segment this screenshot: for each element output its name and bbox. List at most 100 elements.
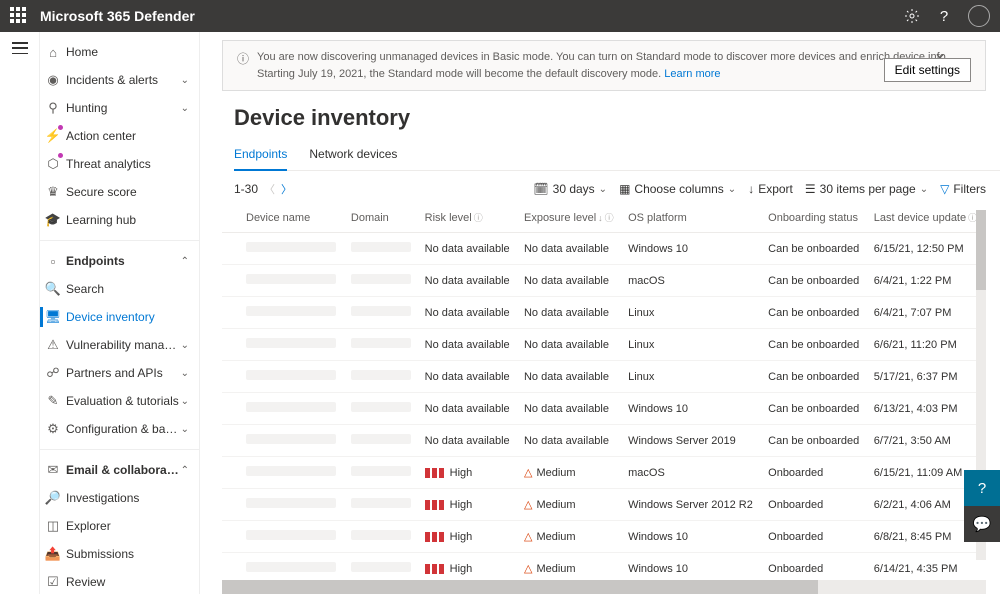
table-row[interactable]: High△MediumWindows 10Onboarded6/14/21, 4… [222, 553, 986, 581]
badge-dot [58, 125, 63, 130]
learn-more-link[interactable]: Learn more [664, 68, 720, 80]
choose-columns-button[interactable]: ▦ Choose columns ⌄ [619, 182, 736, 196]
tab-endpoints[interactable]: Endpoints [234, 141, 287, 171]
redacted-text [246, 242, 336, 252]
cell-exposure: No data available [518, 329, 622, 361]
redacted-text [246, 530, 336, 540]
cell-domain [345, 329, 419, 361]
filter-icon: ▽ [940, 182, 949, 196]
sidebar-header-email[interactable]: ✉ Email & collaboration ⌃ [40, 456, 199, 484]
items-per-page-picker[interactable]: ☰ 30 items per page ⌄ [805, 182, 928, 196]
export-button[interactable]: ↓ Export [748, 182, 793, 196]
edit-settings-button[interactable]: Edit settings [884, 58, 971, 82]
table-row[interactable]: No data availableNo data availableLinuxC… [222, 361, 986, 393]
table-row[interactable]: No data availableNo data availableWindow… [222, 425, 986, 457]
table-row[interactable]: No data availableNo data availableLinuxC… [222, 297, 986, 329]
redacted-text [246, 402, 336, 412]
nav-icon: ☑ [40, 574, 66, 590]
info-banner: ⓘ You are now discovering unmanaged devi… [222, 40, 986, 91]
cell-domain [345, 297, 419, 329]
sidebar-item-home[interactable]: ⌂Home [40, 38, 199, 66]
sidebar-item-search[interactable]: 🔍Search [40, 275, 199, 303]
cell-domain [345, 393, 419, 425]
sidebar-item-submissions[interactable]: 📤Submissions [40, 540, 199, 568]
settings-icon[interactable] [904, 8, 920, 24]
cell-exposure: No data available [518, 233, 622, 265]
sidebar-header-endpoints[interactable]: ▫ Endpoints ⌃ [40, 247, 199, 275]
chevron-up-icon: ⌃ [181, 256, 189, 267]
redacted-text [246, 562, 336, 572]
nav-icon: ⬡ [40, 156, 66, 172]
cell-domain [345, 521, 419, 553]
table-row[interactable]: High△MediumWindows Server 2012 R2Onboard… [222, 489, 986, 521]
chevron-down-icon: ⌄ [181, 396, 189, 407]
sidebar-item-hunting[interactable]: ⚲Hunting⌄ [40, 94, 199, 122]
cell-risk: No data available [419, 297, 518, 329]
info-icon[interactable]: ⓘ [605, 213, 614, 223]
sidebar-item-investigations[interactable]: 🔎Investigations [40, 484, 199, 512]
choose-columns-label: Choose columns [634, 182, 723, 196]
hamburger-icon[interactable] [12, 42, 28, 54]
sidebar-item-device-inventory[interactable]: 🖥Device inventory [40, 303, 199, 331]
chevron-down-icon: ⌄ [181, 340, 189, 351]
cell-onboarding: Can be onboarded [762, 393, 868, 425]
sidebar-item-label: Partners and APIs [66, 366, 181, 380]
nav-icon: 📤 [40, 546, 66, 562]
table-row[interactable]: No data availableNo data availableWindow… [222, 233, 986, 265]
sort-icon[interactable]: ↓ [598, 213, 603, 223]
table-row[interactable]: No data availableNo data availablemacOSC… [222, 265, 986, 297]
next-page-icon[interactable]: 〉 [281, 181, 292, 197]
col-risk: Risk levelⓘ [419, 203, 518, 233]
sidebar-item-partners-and-apis[interactable]: ☍Partners and APIs⌄ [40, 359, 199, 387]
cell-risk: No data available [419, 329, 518, 361]
user-avatar[interactable] [968, 5, 990, 27]
sidebar-item-secure-score[interactable]: ♛Secure score [40, 178, 199, 206]
sidebar-item-explorer[interactable]: ◫Explorer [40, 512, 199, 540]
sidebar-item-vulnerability-management[interactable]: ⚠Vulnerability management⌄ [40, 331, 199, 359]
table-row[interactable]: High△MediumWindows 10Onboarded6/8/21, 8:… [222, 521, 986, 553]
cell-updated: 6/15/21, 12:50 PM [868, 233, 986, 265]
cell-exposure: No data available [518, 393, 622, 425]
cell-domain [345, 361, 419, 393]
info-icon[interactable]: ⓘ [474, 213, 483, 223]
cell-os: macOS [622, 265, 762, 297]
cell-os: Windows 10 [622, 233, 762, 265]
table-row[interactable]: High△MediummacOSOnboarded6/15/21, 11:09 … [222, 457, 986, 489]
nav-section-main: ⌂Home◉Incidents & alerts⌄⚲Hunting⌄⚡Actio… [40, 38, 199, 234]
cell-os: Linux [622, 329, 762, 361]
filters-button[interactable]: ▽ Filters [940, 182, 986, 196]
sidebar-item-configuration-baselines[interactable]: ⚙Configuration & baselines⌄ [40, 415, 199, 443]
sidebar-item-evaluation-tutorials[interactable]: ✎Evaluation & tutorials⌄ [40, 387, 199, 415]
sidebar-item-learning-hub[interactable]: 🎓Learning hub [40, 206, 199, 234]
redacted-text [246, 466, 336, 476]
device-table-wrap: Device name Domain Risk levelⓘ Exposure … [222, 203, 986, 580]
info-icon: ⓘ [237, 50, 249, 68]
help-icon[interactable]: ? [936, 8, 952, 24]
risk-bars-icon [425, 532, 444, 542]
sidebar-item-incidents-alerts[interactable]: ◉Incidents & alerts⌄ [40, 66, 199, 94]
sidebar-item-threat-analytics[interactable]: ⬡Threat analytics [40, 150, 199, 178]
cell-risk: High [419, 521, 518, 553]
sidebar-item-label: Learning hub [66, 213, 189, 227]
sidebar-item-action-center[interactable]: ⚡Action center [40, 122, 199, 150]
risk-bars-icon [425, 564, 444, 574]
sidebar-item-review[interactable]: ☑Review [40, 568, 199, 594]
toolbar: 1-30 〈 〉 🗓 30 days ⌄ ▦ Choose columns ⌄ … [234, 181, 986, 197]
feedback-button[interactable]: 💬 [964, 506, 1000, 542]
cell-exposure: No data available [518, 425, 622, 457]
date-range-picker[interactable]: 🗓 30 days ⌄ [533, 182, 607, 196]
tab-network-devices[interactable]: Network devices [309, 141, 397, 170]
help-panel-button[interactable]: ? [964, 470, 1000, 506]
calendar-icon: 🗓 [533, 182, 548, 196]
horizontal-scrollbar[interactable] [222, 580, 986, 594]
warning-icon: △ [524, 499, 532, 511]
table-row[interactable]: No data availableNo data availableWindow… [222, 393, 986, 425]
cell-domain [345, 265, 419, 297]
table-row[interactable]: No data availableNo data availableLinuxC… [222, 329, 986, 361]
redacted-text [351, 338, 411, 348]
col-device: Device name [222, 203, 345, 233]
prev-page-icon[interactable]: 〈 [264, 181, 275, 197]
sidebar-item-label: Vulnerability management [66, 338, 181, 352]
cell-risk: No data available [419, 361, 518, 393]
app-launcher-icon[interactable] [10, 7, 28, 25]
